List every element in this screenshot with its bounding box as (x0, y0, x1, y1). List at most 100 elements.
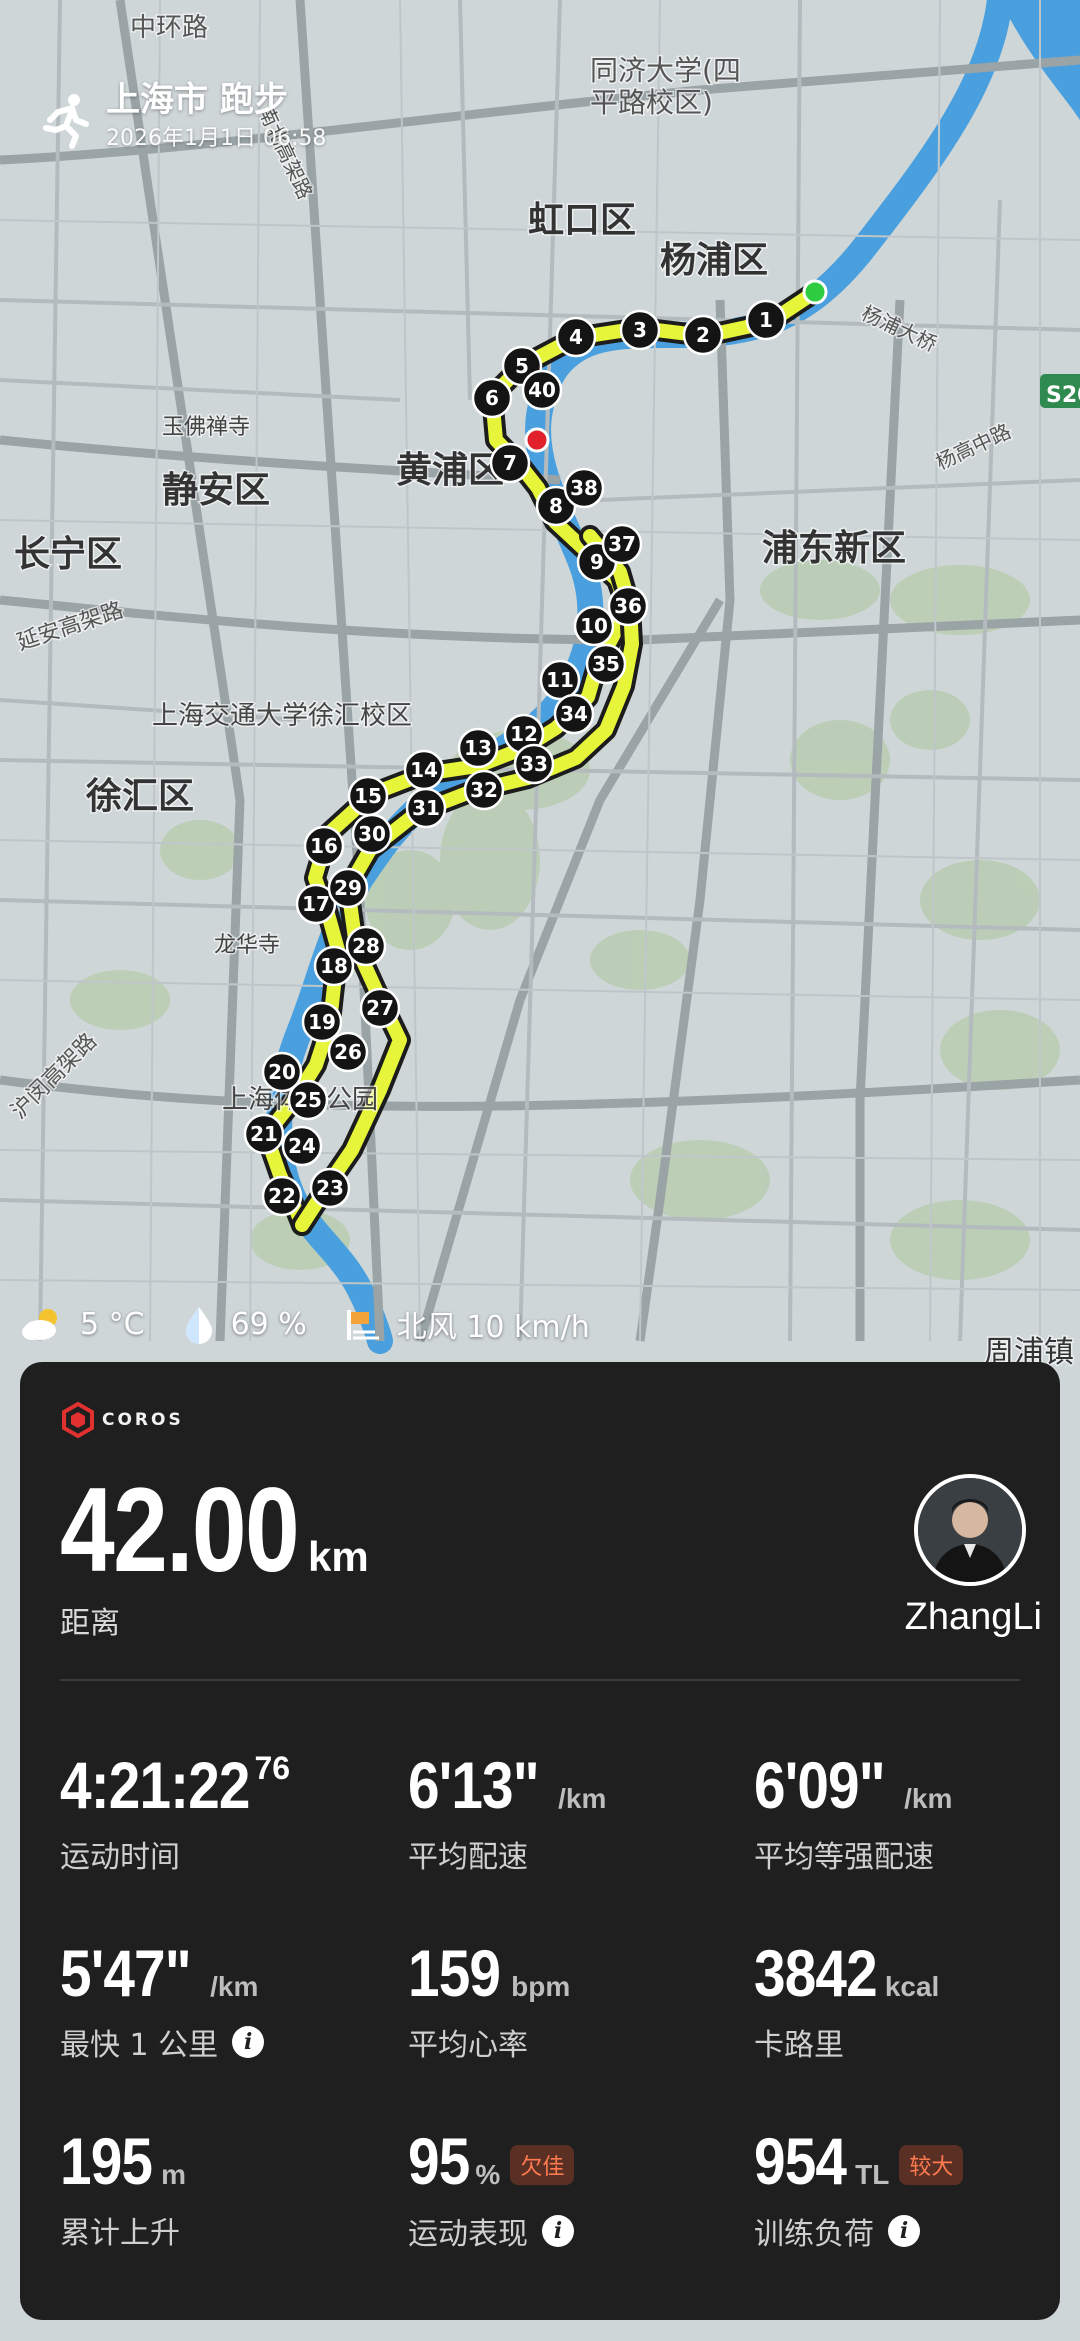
km-marker: 11 (539, 659, 581, 701)
running-icon (43, 94, 89, 149)
km-marker-label: 34 (560, 702, 588, 726)
info-icon[interactable]: i (542, 2215, 574, 2247)
weather-bar: 5 °C 69 % 北风 10 km/h (18, 1298, 626, 1350)
map-label: 同济大学(四 (590, 54, 741, 87)
stat-label: 平均等强配速 (754, 1840, 934, 1875)
map-label: 龙华寺 (214, 933, 280, 958)
stat-value-fraction: 76 (254, 1750, 291, 1786)
km-marker: 26 (327, 1031, 369, 1073)
distance-label: 距离 (60, 1606, 120, 1641)
km-marker: 30 (351, 813, 393, 855)
temperature-value: 5 °C (80, 1306, 145, 1342)
km-marker-label: 1 (759, 308, 773, 332)
brand-name: COROS (102, 1410, 184, 1430)
km-marker: 37 (601, 523, 643, 565)
map-label: 上海交通大学徐汇校区 (152, 701, 412, 731)
stat-label: 平均心率 (408, 2028, 528, 2063)
km-marker-label: 6 (485, 386, 499, 410)
stat-value: 159 (408, 1936, 501, 2010)
km-marker: 2 (682, 314, 724, 356)
km-marker-label: 5 (515, 354, 529, 378)
km-marker: 28 (345, 925, 387, 967)
info-icon[interactable]: i (232, 2026, 265, 2058)
km-marker-label: 15 (354, 784, 382, 808)
stat-value: 3842 (754, 1936, 878, 2010)
stat-label: 训练负荷 (754, 2217, 874, 2252)
stat-label: 卡路里 (754, 2028, 844, 2063)
stat-value: 5'47" (60, 1936, 192, 2010)
map-label: 静安区 (162, 470, 270, 511)
stat-label: 运动时间 (60, 1840, 180, 1875)
km-marker-label: 7 (503, 451, 517, 475)
km-marker: 7 (489, 442, 531, 484)
km-marker: 31 (405, 787, 447, 829)
summary-card: COROS 42.00 km 距离 ZhangLi 4:21:22 76 运动时… (20, 1362, 1060, 2320)
distance-unit: km (308, 1533, 369, 1580)
stat-value: 6'09" (754, 1748, 886, 1822)
km-marker: 16 (303, 825, 345, 867)
km-marker: 13 (457, 727, 499, 769)
map-label: 虹口区 (528, 200, 636, 241)
avatar[interactable] (914, 1474, 1026, 1586)
map-label: 玉佛禅寺 (162, 415, 250, 440)
stat-value: 6'13" (408, 1748, 540, 1822)
start-marker (802, 279, 828, 305)
map-label: 黄浦区 (396, 450, 504, 491)
stat-unit: % (475, 2159, 501, 2190)
km-marker-label: 4 (569, 325, 583, 349)
km-marker-label: 33 (520, 752, 548, 776)
km-marker-label: 30 (358, 822, 386, 846)
km-marker-label: 26 (334, 1040, 362, 1064)
km-marker-label: 23 (316, 1176, 344, 1200)
km-marker: 33 (513, 743, 555, 785)
km-marker-label: 20 (268, 1060, 296, 1084)
km-marker: 34 (553, 693, 595, 735)
map-label: 杨浦区 (660, 240, 768, 281)
stat-performance: 95 % 欠佳 运动表现 i (408, 2128, 738, 2253)
stat-unit: kcal (884, 1971, 940, 2002)
km-marker-label: 10 (580, 614, 608, 638)
username: ZhangLi (904, 1596, 1042, 1638)
km-marker-label: 22 (268, 1184, 296, 1208)
km-marker-label: 18 (320, 954, 348, 978)
distance-value: 42.00 (60, 1463, 300, 1597)
stat-unit: /km (904, 1783, 953, 1814)
coros-logo-icon (62, 1402, 94, 1438)
info-icon[interactable]: i (888, 2215, 920, 2247)
km-marker: 15 (347, 775, 389, 817)
brand-logo: COROS (60, 1402, 184, 1438)
stat-label: 累计上升 (60, 2216, 180, 2251)
humidity-icon (185, 1307, 212, 1344)
km-marker: 1 (745, 299, 787, 341)
km-marker-label: 13 (464, 736, 492, 760)
km-marker: 14 (403, 749, 445, 791)
km-marker-label: 9 (590, 550, 604, 574)
stat-fastest-km: 5'47" /km 最快 1 公里 i (60, 1940, 390, 2064)
km-marker-label: 12 (510, 722, 538, 746)
stat-value: 954 (754, 2124, 847, 2198)
stat-unit: /km (558, 1783, 607, 1814)
km-marker-label: 24 (288, 1134, 316, 1158)
map-label: 徐汇区 (85, 776, 194, 817)
km-marker: 3 (619, 309, 661, 351)
stat-avg-heart-rate: 159 bpm 平均心率 (408, 1940, 738, 2064)
user-photo (918, 1478, 1022, 1582)
finish-marker (524, 427, 550, 453)
km-marker: 29 (327, 867, 369, 909)
wind-value: 北风 10 km/h (396, 1310, 590, 1345)
map-label: 长宁区 (14, 534, 122, 575)
km-marker: 40 (521, 369, 563, 411)
stat-training-load: 954 TL 较大 训练负荷 i (754, 2128, 1080, 2253)
stat-value: 95 (408, 2124, 470, 2198)
km-marker-label: 19 (308, 1010, 336, 1034)
stat-avg-pace: 6'13" /km 平均配速 (408, 1752, 738, 1876)
km-marker: 25 (287, 1079, 329, 1121)
stat-value: 195 (60, 2124, 153, 2198)
km-marker: 23 (309, 1167, 351, 1209)
km-marker-label: 14 (410, 758, 438, 782)
km-marker-label: 16 (310, 834, 338, 858)
wind-icon (346, 1310, 379, 1340)
km-marker: 38 (563, 467, 605, 509)
map-label: S20 (1046, 383, 1080, 408)
km-marker-label: 8 (549, 494, 563, 518)
